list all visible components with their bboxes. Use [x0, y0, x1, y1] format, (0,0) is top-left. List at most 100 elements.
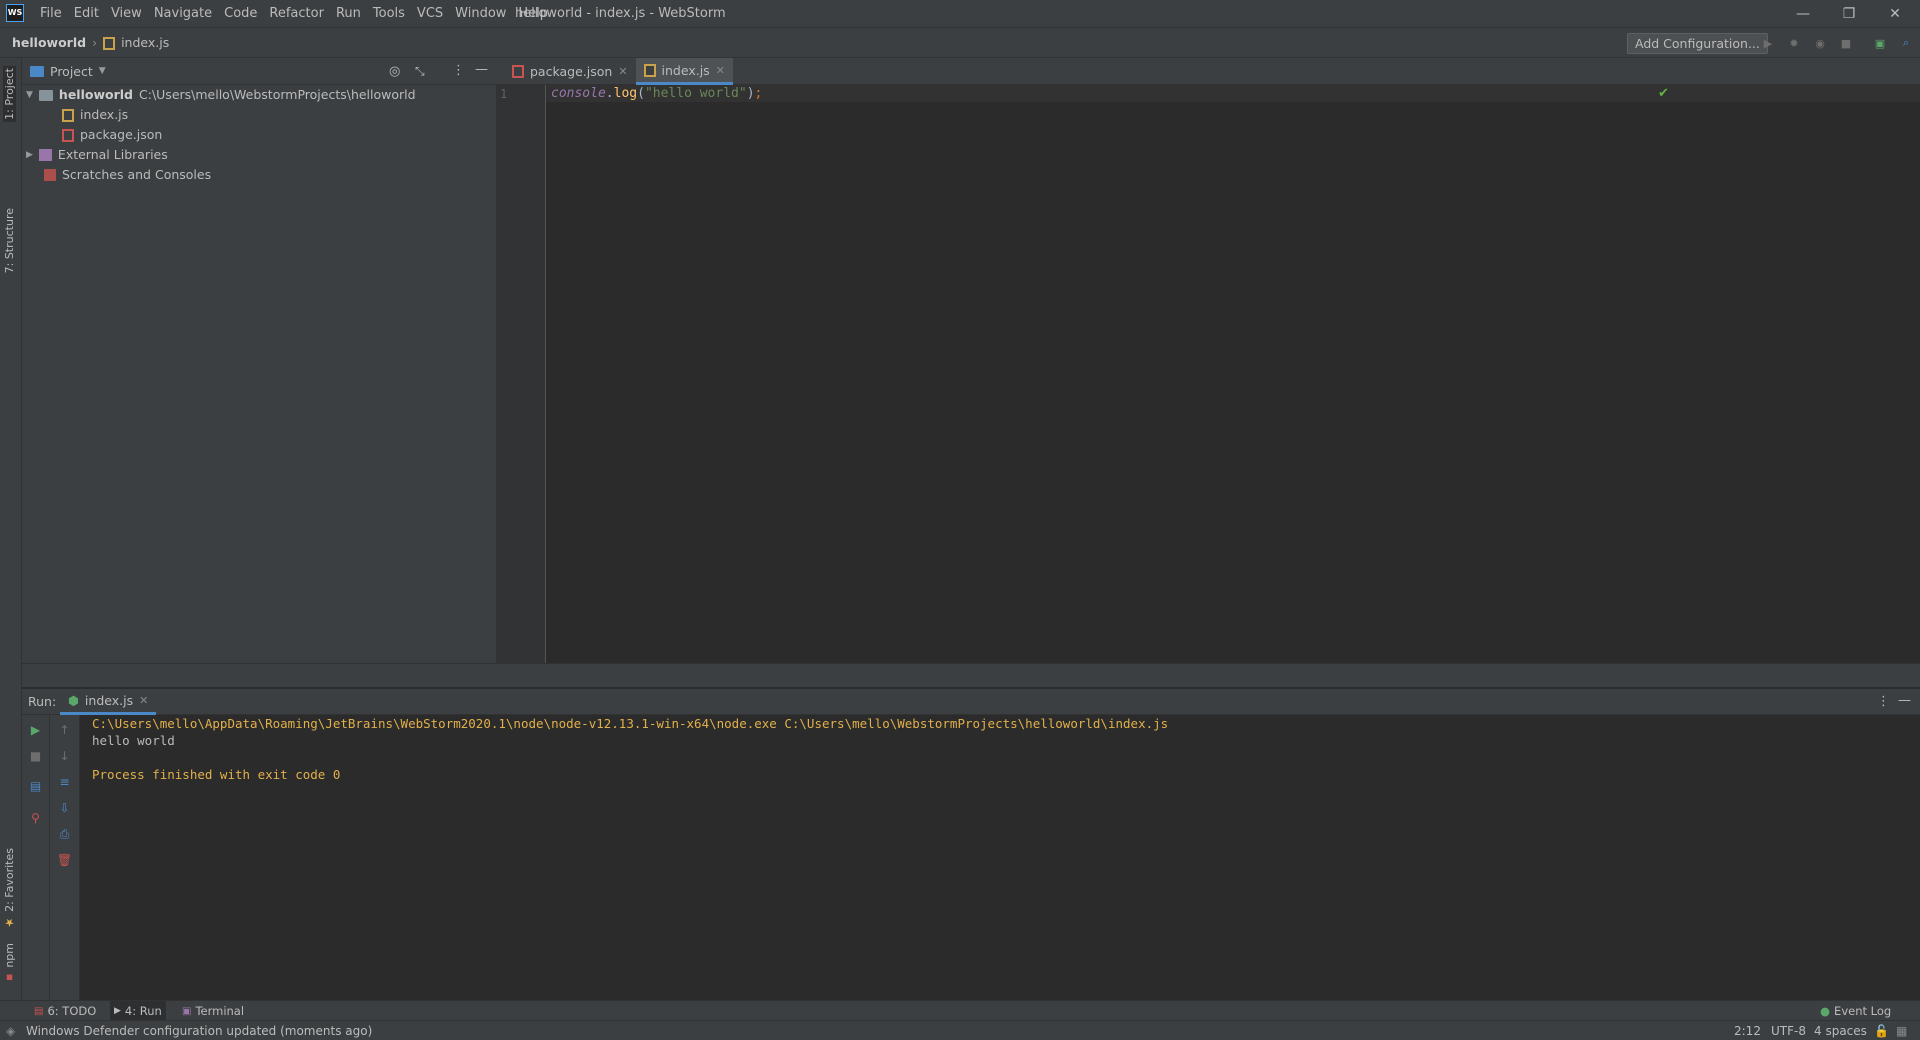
tree-item-label: index.js — [80, 107, 129, 122]
menu-vcs[interactable]: VCS — [411, 0, 449, 28]
terminal-toolbar-icon[interactable]: ▣ — [1873, 36, 1887, 50]
menu-view[interactable]: View — [105, 0, 148, 28]
up-arrow-icon[interactable]: ↑ — [50, 719, 79, 741]
close-tab-icon[interactable]: ✕ — [716, 64, 725, 77]
tree-item-package-json[interactable]: package.json — [62, 125, 162, 145]
run-tab-index-js[interactable]: ⬢ index.js ✕ — [60, 689, 157, 715]
tree-item-index-js[interactable]: index.js — [62, 105, 128, 125]
tool-tab-project[interactable]: 1: Project — [3, 66, 16, 122]
add-configuration-button[interactable]: Add Configuration... — [1627, 33, 1768, 54]
menu-refactor[interactable]: Refactor — [263, 0, 330, 28]
more-options-icon[interactable]: ⋮ — [452, 63, 465, 78]
run-toolbar-secondary: ↑ ↓ ≡ ⇩ ⎙ 🗑 — [50, 715, 80, 1010]
stop-icon[interactable]: ■ — [1839, 36, 1853, 50]
title-bar: WS File Edit View Navigate Code Refactor… — [0, 0, 1920, 28]
close-run-tab-icon[interactable]: ✕ — [139, 694, 148, 707]
run-tab-label: index.js — [84, 693, 134, 708]
status-message[interactable]: Windows Defender configuration updated (… — [26, 1021, 372, 1040]
more-options-icon[interactable]: ⋮ — [1877, 694, 1890, 709]
hide-panel-icon[interactable]: — — [475, 62, 488, 77]
code-line[interactable]: console.log("hello world"); — [551, 86, 762, 101]
print-icon[interactable]: ⎙ — [50, 823, 79, 845]
panel-splitter[interactable] — [22, 663, 1920, 687]
menu-file[interactable]: File — [34, 0, 68, 28]
run-icon: ▶ — [114, 1006, 121, 1016]
layout-icon[interactable]: ▤ — [22, 775, 49, 797]
restore-button[interactable]: ❐ — [1826, 0, 1872, 28]
tool-tab-npm[interactable]: ▪ npm — [3, 943, 16, 985]
rerun-icon[interactable]: ▶ — [22, 719, 49, 741]
status-layers-icon[interactable]: ◈ — [6, 1021, 15, 1040]
memory-indicator-icon[interactable]: ▦ — [1896, 1021, 1907, 1040]
tool-tab-structure[interactable]: 7: Structure — [3, 208, 16, 273]
search-icon[interactable]: ⌕ — [1899, 36, 1913, 50]
folder-icon — [38, 89, 53, 101]
tool-tab-run[interactable]: ▶ 4: Run — [110, 1001, 166, 1021]
menu-tools[interactable]: Tools — [367, 0, 411, 28]
breadcrumb-separator: › — [92, 35, 98, 50]
close-tab-icon[interactable]: ✕ — [618, 65, 627, 78]
tree-item-scratches[interactable]: Scratches and Consoles — [44, 165, 211, 185]
pin-icon[interactable]: ⚲ — [22, 807, 49, 829]
tool-tab-todo-label: 6: TODO — [47, 1004, 97, 1018]
tool-tab-npm-label: npm — [3, 943, 16, 968]
status-bar: ◈ Windows Defender configuration updated… — [0, 1020, 1920, 1040]
tab-package-json[interactable]: package.json ✕ — [504, 58, 636, 85]
inspection-ok-icon[interactable]: ✔ — [1658, 86, 1669, 101]
close-window-button[interactable]: ✕ — [1872, 0, 1918, 28]
code-token-paren: ( — [637, 86, 645, 101]
menu-edit[interactable]: Edit — [68, 0, 105, 28]
collapse-all-icon[interactable]: ⤡ — [415, 64, 425, 79]
menu-run[interactable]: Run — [330, 0, 367, 28]
locate-file-icon[interactable]: ◎ — [389, 64, 400, 79]
down-arrow-icon[interactable]: ↓ — [50, 745, 79, 767]
tab-label: index.js — [661, 62, 710, 78]
tool-tab-event-log[interactable]: ● Event Log — [1816, 1001, 1895, 1021]
soft-wrap-icon[interactable]: ≡ — [50, 771, 79, 793]
tool-tab-todo[interactable]: ▤ 6: TODO — [30, 1001, 100, 1021]
project-panel-header: Project ▼ ◎ ⤡ ⋮ — — [22, 58, 496, 85]
file-encoding[interactable]: UTF-8 — [1771, 1021, 1806, 1040]
run-panel-header: Run: ⬢ index.js ✕ ⋮ — — [22, 689, 1920, 715]
js-file-icon — [103, 36, 116, 50]
node-icon: ⬢ — [68, 693, 79, 708]
hide-panel-icon[interactable]: — — [1898, 693, 1911, 708]
tool-tab-favorites-label: 2: Favorites — [3, 848, 16, 912]
run-icon[interactable]: ▶ — [1761, 36, 1775, 50]
menu-navigate[interactable]: Navigate — [148, 0, 218, 28]
npm-icon: ▪ — [3, 971, 16, 985]
coverage-icon[interactable]: ◉ — [1813, 36, 1827, 50]
scratches-icon — [44, 169, 56, 181]
console-exit-line: Process finished with exit code 0 — [92, 767, 341, 782]
tree-item-label: Scratches and Consoles — [62, 167, 212, 182]
tree-root-helloworld[interactable]: ▼ helloworld C:\Users\mello\WebstormProj… — [26, 85, 416, 105]
project-tree: ▼ helloworld C:\Users\mello\WebstormProj… — [22, 85, 496, 663]
tab-index-js[interactable]: index.js ✕ — [635, 58, 733, 85]
caret-position[interactable]: 2:12 — [1734, 1021, 1761, 1040]
scroll-to-end-icon[interactable]: ⇩ — [50, 797, 79, 819]
tree-item-external-libraries[interactable]: ▶ External Libraries — [26, 145, 168, 165]
stop-icon[interactable]: ■ — [22, 745, 49, 767]
library-icon — [38, 149, 52, 161]
menu-code[interactable]: Code — [218, 0, 263, 28]
event-log-icon: ● — [1820, 1004, 1831, 1018]
console-output: C:\Users\mello\AppData\Roaming\JetBrains… — [92, 715, 1168, 783]
lock-icon[interactable]: 🔓 — [1874, 1021, 1889, 1040]
menu-window[interactable]: Window — [449, 0, 512, 28]
code-token-object: console — [551, 86, 606, 101]
code-token-paren: ) — [746, 86, 755, 101]
code-editor[interactable] — [496, 85, 1920, 663]
breadcrumb-project[interactable]: helloworld — [12, 28, 86, 58]
tool-tab-favorites[interactable]: ★ 2: Favorites — [3, 848, 16, 929]
indent-setting[interactable]: 4 spaces — [1814, 1021, 1867, 1040]
tool-tab-project-label: 1: Project — [3, 68, 16, 120]
clear-console-icon[interactable]: 🗑 — [50, 849, 79, 871]
breadcrumb-file[interactable]: index.js — [121, 28, 169, 58]
debug-icon[interactable]: ✹ — [1787, 36, 1801, 50]
chevron-right-icon: ▶ — [26, 150, 33, 160]
tool-tab-terminal[interactable]: ▣ Terminal — [178, 1001, 248, 1021]
chevron-down-icon: ▼ — [26, 90, 33, 100]
window-title: helloworld - index.js - WebStorm — [515, 6, 726, 21]
project-view-selector[interactable]: Project ▼ — [30, 58, 106, 85]
minimize-button[interactable]: — — [1780, 0, 1826, 28]
